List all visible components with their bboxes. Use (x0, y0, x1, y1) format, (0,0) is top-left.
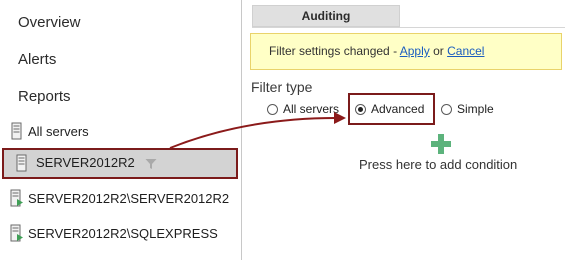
advanced-highlight-box (348, 93, 435, 125)
tree-item-server2012r2[interactable]: SERVER2012R2 (2, 148, 238, 179)
radio-label: Simple (457, 102, 494, 116)
tab-auditing[interactable]: Auditing (252, 5, 400, 27)
radio-button[interactable] (441, 103, 452, 115)
tree-item-label: SERVER2012R2 (36, 155, 135, 170)
server-instance-icon (8, 189, 24, 207)
nav-item-alerts[interactable]: Alerts (18, 51, 56, 69)
tree-item-instance-sqlexpress[interactable]: SERVER2012R2\SQLEXPRESS (8, 223, 218, 243)
radio-simple[interactable]: Simple (441, 101, 494, 117)
server-icon (8, 122, 24, 140)
add-condition-label[interactable]: Press here to add condition (359, 157, 517, 172)
server-icon (14, 154, 30, 172)
tree-item-label: SERVER2012R2\SQLEXPRESS (28, 225, 218, 241)
filter-type-heading: Filter type (251, 79, 313, 95)
tree-item-label: All servers (28, 123, 89, 139)
pane-divider[interactable] (241, 0, 242, 260)
radio-button[interactable] (267, 103, 278, 115)
filter-icon (145, 157, 157, 169)
filter-changed-notification: Filter settings changed - Apply or Cance… (250, 33, 562, 70)
notification-or-text: or (429, 44, 448, 58)
tree-item-label: SERVER2012R2\SERVER2012R2 (28, 190, 230, 206)
nav-item-overview[interactable]: Overview (18, 14, 81, 32)
app-window: Overview Alerts Reports All servers SERV… (0, 0, 565, 260)
notification-text: Filter settings changed - (269, 44, 400, 58)
plus-icon[interactable] (430, 133, 452, 155)
radio-label: All servers (283, 102, 340, 116)
tab-strip-border (252, 27, 565, 28)
tree-item-instance-server2012r2[interactable]: SERVER2012R2\SERVER2012R2 (8, 188, 229, 208)
radio-all-servers[interactable]: All servers (267, 101, 339, 117)
apply-link[interactable]: Apply (400, 44, 430, 58)
tree-item-all-servers[interactable]: All servers (8, 121, 89, 141)
server-instance-icon (8, 224, 24, 242)
nav-item-reports[interactable]: Reports (18, 88, 71, 106)
cancel-link[interactable]: Cancel (447, 44, 484, 58)
